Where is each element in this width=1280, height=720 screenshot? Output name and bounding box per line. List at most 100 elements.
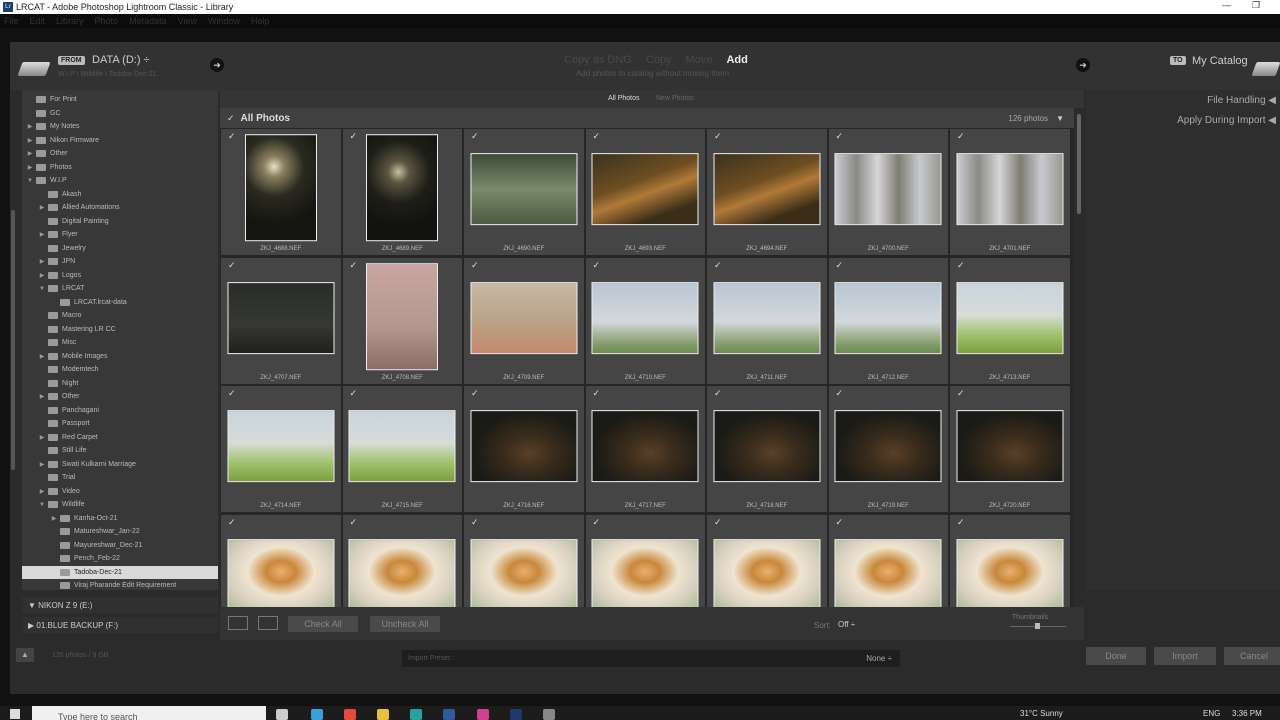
chevron-down-icon[interactable]: ▼: [38, 286, 46, 292]
include-checkbox[interactable]: ✓: [836, 131, 844, 142]
photo-thumbnail[interactable]: [470, 410, 578, 483]
photo-cell[interactable]: ✓: [464, 514, 584, 607]
photo-thumbnail[interactable]: [713, 410, 821, 483]
photo-cell[interactable]: ✓ ZKJ_4711.NEF: [707, 257, 827, 384]
photo-cell[interactable]: ✓ ZKJ_4719.NEF: [828, 386, 948, 512]
chevron-right-icon[interactable]: ▶: [38, 353, 46, 360]
cancel-button[interactable]: Cancel: [1224, 647, 1280, 665]
clock[interactable]: 3:36 PM: [1232, 709, 1262, 718]
photo-thumbnail[interactable]: [366, 134, 439, 242]
folder-item[interactable]: ▶ Red Carpet: [22, 431, 218, 445]
folder-item[interactable]: Viraj Pharande Edit Requirement: [22, 579, 218, 590]
folder-item[interactable]: Akash: [22, 188, 218, 202]
chevron-right-icon[interactable]: ▶: [38, 204, 46, 211]
folder-item[interactable]: LRCAT.lrcat-data: [22, 296, 218, 310]
chevron-right-icon[interactable]: ▶: [38, 231, 46, 238]
include-checkbox[interactable]: ✓: [593, 260, 601, 271]
chevron-down-icon[interactable]: ▼: [38, 502, 46, 508]
include-checkbox[interactable]: ✓: [714, 260, 722, 271]
volume-blue-backup[interactable]: ▶ 01.BLUE BACKUP (F:): [22, 617, 218, 633]
chrome-icon[interactable]: [344, 709, 356, 720]
folder-item[interactable]: ▶ Flyer: [22, 228, 218, 242]
photo-cell[interactable]: ✓ ZKJ_4710.NEF: [585, 257, 705, 384]
photo-thumbnail[interactable]: [591, 410, 699, 483]
menu-view[interactable]: View: [178, 16, 197, 26]
folder-item[interactable]: ▶ Swati Kulkarni Marriage: [22, 458, 218, 472]
folder-item[interactable]: Passport: [22, 417, 218, 431]
sort-select[interactable]: Off ÷: [838, 620, 855, 629]
chevron-right-icon[interactable]: ▶: [38, 393, 46, 400]
folder-item[interactable]: Still Life: [22, 444, 218, 458]
photo-thumbnail[interactable]: [227, 538, 335, 607]
include-checkbox[interactable]: ✓: [593, 131, 601, 142]
import-preset-bar[interactable]: Import Preset : None ÷: [402, 650, 900, 667]
photo-cell[interactable]: ✓ ZKJ_4715.NEF: [342, 386, 462, 512]
photo-cell[interactable]: ✓ ZKJ_4718.NEF: [707, 386, 827, 512]
task-view-icon[interactable]: [276, 709, 288, 720]
menu-window[interactable]: Window: [208, 16, 240, 26]
include-checkbox[interactable]: ✓: [957, 517, 965, 528]
photo-cell[interactable]: ✓ ZKJ_4707.NEF: [221, 257, 341, 384]
chevron-right-icon[interactable]: ▶: [38, 461, 46, 468]
photo-cell[interactable]: ✓ ZKJ_4708.NEF: [342, 257, 462, 384]
include-checkbox[interactable]: ✓: [471, 517, 479, 528]
folder-item[interactable]: ▶ Nikon Firmware: [22, 134, 218, 148]
folder-item[interactable]: ▶ Photos: [22, 161, 218, 175]
include-checkbox[interactable]: ✓: [228, 388, 236, 399]
done-button[interactable]: Done: [1086, 647, 1146, 665]
source-panel-scrollbar[interactable]: [10, 90, 16, 590]
photo-thumbnail[interactable]: [348, 410, 456, 483]
mode-move[interactable]: Move: [686, 54, 713, 66]
photoshop-icon[interactable]: [510, 709, 522, 720]
folder-item[interactable]: ▶ My Notes: [22, 120, 218, 134]
file-explorer-icon[interactable]: [377, 709, 389, 720]
check-all-button[interactable]: Check All: [288, 616, 358, 632]
include-checkbox[interactable]: ✓: [593, 517, 601, 528]
include-checkbox[interactable]: ✓: [836, 260, 844, 271]
photo-thumbnail[interactable]: [470, 281, 578, 354]
volume-nikon-z9[interactable]: ▼ NIKON Z 9 (E:): [22, 597, 218, 613]
photo-thumbnail[interactable]: [591, 153, 699, 226]
include-checkbox[interactable]: ✓: [471, 388, 479, 399]
slider-handle[interactable]: [1035, 623, 1040, 629]
folder-item[interactable]: ▼ W.I.P: [22, 174, 218, 188]
photo-cell[interactable]: ✓ ZKJ_4694.NEF: [707, 129, 827, 255]
photo-thumbnail[interactable]: [244, 134, 317, 242]
photo-cell[interactable]: ✓: [707, 514, 827, 607]
photo-thumbnail[interactable]: [834, 281, 942, 354]
include-checkbox[interactable]: ✓: [471, 260, 479, 271]
include-checkbox[interactable]: ✓: [228, 260, 236, 271]
photo-thumbnail[interactable]: [834, 538, 942, 607]
photo-thumbnail[interactable]: [470, 538, 578, 607]
photo-cell[interactable]: ✓ ZKJ_4716.NEF: [464, 386, 584, 512]
maximize-icon[interactable]: ❐: [1252, 0, 1260, 11]
file-handling-section[interactable]: File Handling ◀: [1207, 95, 1276, 106]
folder-item[interactable]: Pench_Feb-22: [22, 552, 218, 566]
apply-during-import-section[interactable]: Apply During Import ◀: [1177, 115, 1276, 126]
folder-item[interactable]: Panchagani: [22, 404, 218, 418]
mode-copy-as-dng[interactable]: Copy as DNG: [564, 54, 632, 66]
photo-cell[interactable]: ✓: [221, 514, 341, 607]
folder-item[interactable]: Jewelry: [22, 242, 218, 256]
menu-edit[interactable]: Edit: [30, 16, 46, 26]
loupe-view-icon[interactable]: [258, 616, 278, 630]
photo-cell[interactable]: ✓ ZKJ_4712.NEF: [828, 257, 948, 384]
include-checkbox[interactable]: ✓: [836, 388, 844, 399]
photo-thumbnail[interactable]: [834, 410, 942, 483]
folder-item[interactable]: ▼ LRCAT: [22, 282, 218, 296]
uncheck-all-button[interactable]: Uncheck All: [370, 616, 440, 632]
folder-item[interactable]: ▶ Other: [22, 390, 218, 404]
photo-thumbnail[interactable]: [470, 153, 578, 226]
include-checkbox[interactable]: ✓: [228, 517, 236, 528]
chevron-right-icon[interactable]: ▶: [38, 434, 46, 441]
include-checkbox[interactable]: ✓: [350, 131, 358, 142]
include-checkbox[interactable]: ✓: [836, 517, 844, 528]
folder-item[interactable]: For Print: [22, 93, 218, 107]
menu-metadata[interactable]: Metadata: [129, 16, 167, 26]
include-checkbox[interactable]: ✓: [593, 388, 601, 399]
include-checkbox[interactable]: ✓: [714, 517, 722, 528]
app-icon[interactable]: [543, 709, 555, 720]
folder-item[interactable]: ▶ Allied Automations: [22, 201, 218, 215]
photo-thumbnail[interactable]: [591, 538, 699, 607]
photo-cell[interactable]: ✓ ZKJ_4690.NEF: [464, 129, 584, 255]
